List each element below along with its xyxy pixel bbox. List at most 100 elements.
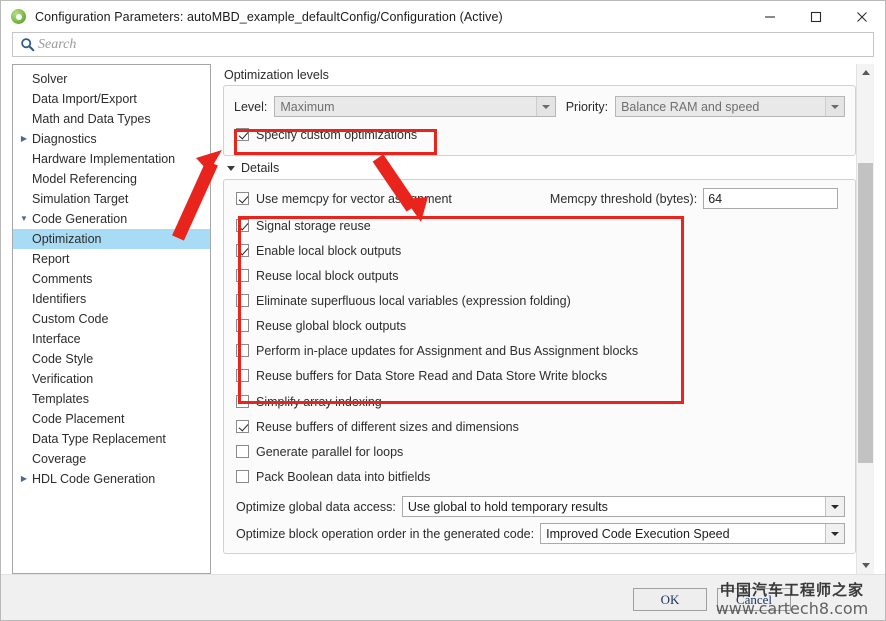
sidebar-item-coverage[interactable]: Coverage [13, 449, 210, 469]
additional-options-group: Simplify array indexing Reuse buffers of… [236, 389, 845, 489]
reuse-buffers-different-sizes-checkbox[interactable] [236, 420, 249, 433]
tree-item-label: Code Style [32, 352, 94, 366]
reuse-global-block-outputs-checkbox[interactable] [236, 319, 249, 332]
optimize-global-data-access-dropdown[interactable]: Use global to hold temporary results [401, 496, 845, 517]
chevron-down-icon[interactable] [227, 165, 235, 171]
signal-storage-reuse-checkbox[interactable] [236, 219, 249, 232]
reuse-local-block-outputs-checkbox[interactable] [236, 269, 249, 282]
details-header[interactable]: Details [223, 156, 856, 179]
chevron-down-icon[interactable] [535, 97, 555, 116]
chevron-down-icon[interactable] [825, 524, 844, 543]
sidebar-item-math-and-data-types[interactable]: Math and Data Types [13, 109, 210, 129]
vertical-scrollbar[interactable] [856, 64, 874, 574]
signal-storage-reuse-row[interactable]: Signal storage reuse [236, 213, 845, 238]
priority-dropdown[interactable]: Balance RAM and speed [615, 96, 845, 117]
reuse-buffers-different-sizes-row[interactable]: Reuse buffers of different sizes and dim… [236, 414, 845, 439]
enable-local-block-outputs-row[interactable]: Enable local block outputs [236, 238, 845, 263]
chevron-down-icon[interactable] [825, 497, 844, 516]
level-value: Maximum [280, 99, 335, 114]
reuse-local-block-outputs-row[interactable]: Reuse local block outputs [236, 263, 845, 288]
minimize-icon[interactable] [747, 1, 793, 32]
sidebar-item-data-type-replacement[interactable]: Data Type Replacement [13, 429, 210, 449]
window-title: Configuration Parameters: autoMBD_exampl… [35, 9, 503, 24]
sidebar-item-code-style[interactable]: Code Style [13, 349, 210, 369]
use-memcpy-label: Use memcpy for vector assignment [256, 191, 452, 206]
use-memcpy-row[interactable]: Use memcpy for vector assignment Memcpy … [236, 186, 845, 211]
chevron-down-icon[interactable] [825, 97, 844, 116]
scroll-up-arrow-icon[interactable] [857, 64, 874, 81]
settings-tree[interactable]: Solver Data Import/Export Math and Data … [12, 64, 211, 574]
specify-custom-optimizations-row[interactable]: Specify custom optimizations [236, 122, 845, 147]
optimization-levels-group: Optimization levels Level: Maximum Prior… [223, 64, 856, 156]
sidebar-item-code-generation[interactable]: ▼ Code Generation [13, 209, 210, 229]
tree-item-label: Interface [32, 332, 81, 346]
scroll-down-arrow-icon[interactable] [857, 557, 874, 574]
maximize-icon[interactable] [793, 1, 839, 32]
title-bar: Configuration Parameters: autoMBD_exampl… [1, 1, 885, 32]
group-title-optimization-levels: Optimization levels [224, 68, 329, 82]
tree-item-label: Code Placement [32, 412, 125, 426]
sidebar-item-simulation-target[interactable]: Simulation Target [13, 189, 210, 209]
chevron-right-icon[interactable]: ▶ [17, 135, 31, 143]
sidebar-item-solver[interactable]: Solver [13, 69, 210, 89]
scrollbar-track[interactable] [857, 81, 874, 557]
sidebar-item-data-import-export[interactable]: Data Import/Export [13, 89, 210, 109]
close-icon[interactable] [839, 1, 885, 32]
tree-item-label: Data Type Replacement [32, 432, 166, 446]
eliminate-superfluous-local-variables-checkbox[interactable] [236, 294, 249, 307]
generate-parallel-for-loops-checkbox[interactable] [236, 445, 249, 458]
cancel-button[interactable]: Cancel [717, 588, 791, 611]
sidebar-item-diagnostics[interactable]: ▶ Diagnostics [13, 129, 210, 149]
configuration-parameters-window: Configuration Parameters: autoMBD_exampl… [0, 0, 886, 621]
search-box[interactable] [12, 32, 874, 57]
optimize-block-order-row: Optimize block operation order in the ge… [236, 522, 845, 545]
enable-local-block-outputs-checkbox[interactable] [236, 244, 249, 257]
sidebar-item-code-placement[interactable]: Code Placement [13, 409, 210, 429]
pack-boolean-data-checkbox[interactable] [236, 470, 249, 483]
simulink-gear-icon [10, 8, 27, 25]
simplify-array-indexing-checkbox[interactable] [236, 395, 249, 408]
eliminate-superfluous-local-variables-label: Eliminate superfluous local variables (e… [256, 293, 571, 308]
pack-boolean-data-row[interactable]: Pack Boolean data into bitfields [236, 464, 845, 489]
reuse-global-block-outputs-row[interactable]: Reuse global block outputs [236, 313, 845, 338]
sidebar-item-optimization[interactable]: Optimization [13, 229, 210, 249]
optimize-block-order-dropdown[interactable]: Improved Code Execution Speed [540, 523, 845, 544]
tree-item-label: Diagnostics [32, 132, 97, 146]
chevron-down-icon[interactable]: ▼ [17, 215, 31, 223]
tree-item-label: Templates [32, 392, 89, 406]
memcpy-threshold-input[interactable]: 64 [703, 188, 839, 209]
generate-parallel-for-loops-row[interactable]: Generate parallel for loops [236, 439, 845, 464]
tree-item-label: HDL Code Generation [32, 472, 156, 486]
sidebar-item-interface[interactable]: Interface [13, 329, 210, 349]
level-dropdown[interactable]: Maximum [274, 96, 556, 117]
use-memcpy-checkbox[interactable] [236, 192, 249, 205]
tree-item-label: Solver [32, 72, 68, 86]
reuse-local-block-outputs-label: Reuse local block outputs [256, 268, 399, 283]
optimize-global-data-access-value: Use global to hold temporary results [407, 499, 608, 514]
reuse-buffers-data-store-row[interactable]: Reuse buffers for Data Store Read and Da… [236, 363, 845, 388]
memcpy-threshold-label: Memcpy threshold (bytes): [549, 191, 698, 206]
perform-in-place-updates-row[interactable]: Perform in-place updates for Assignment … [236, 338, 845, 363]
sidebar-item-report[interactable]: Report [13, 249, 210, 269]
search-row [1, 32, 885, 61]
tree-item-label: Report [32, 252, 70, 266]
tree-item-label: Identifiers [32, 292, 87, 306]
simplify-array-indexing-row[interactable]: Simplify array indexing [236, 389, 845, 414]
reuse-buffers-data-store-checkbox[interactable] [236, 369, 249, 382]
sidebar-item-comments[interactable]: Comments [13, 269, 210, 289]
sidebar-item-verification[interactable]: Verification [13, 369, 210, 389]
enable-local-block-outputs-label: Enable local block outputs [256, 243, 402, 258]
sidebar-item-hdl-code-generation[interactable]: ▶ HDL Code Generation [13, 469, 210, 489]
chevron-right-icon[interactable]: ▶ [17, 475, 31, 483]
search-input[interactable] [38, 34, 873, 55]
sidebar-item-hardware-implementation[interactable]: Hardware Implementation [13, 149, 210, 169]
sidebar-item-identifiers[interactable]: Identifiers [13, 289, 210, 309]
scrollbar-thumb[interactable] [858, 163, 873, 463]
perform-in-place-updates-checkbox[interactable] [236, 344, 249, 357]
specify-custom-optimizations-checkbox[interactable] [236, 128, 249, 141]
eliminate-superfluous-local-variables-row[interactable]: Eliminate superfluous local variables (e… [236, 288, 845, 313]
sidebar-item-model-referencing[interactable]: Model Referencing [13, 169, 210, 189]
sidebar-item-custom-code[interactable]: Custom Code [13, 309, 210, 329]
sidebar-item-templates[interactable]: Templates [13, 389, 210, 409]
ok-button[interactable]: OK [633, 588, 707, 611]
